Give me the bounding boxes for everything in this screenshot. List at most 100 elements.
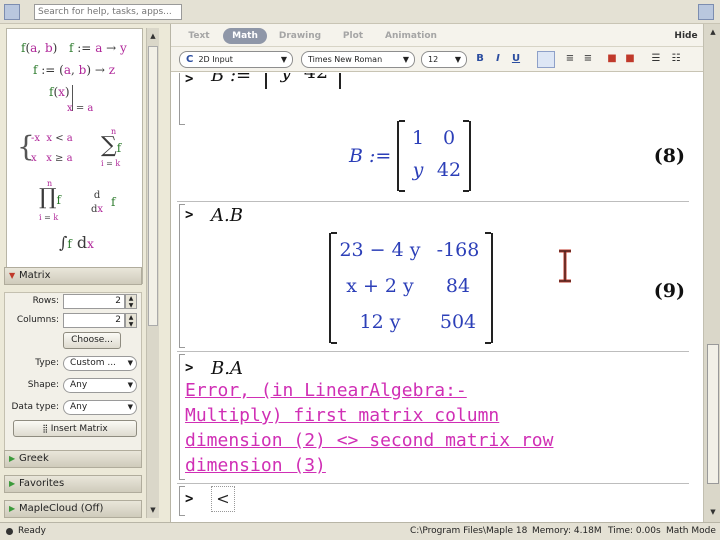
matrix-cell: 1: [411, 127, 425, 149]
sum-icon[interactable]: ∑f: [101, 133, 121, 158]
font-size-select[interactable]: 12 ▼: [421, 51, 467, 68]
scroll-thumb[interactable]: [148, 46, 158, 326]
input-ab[interactable]: A.B: [211, 205, 243, 226]
palette-item-evaluate-point: x = a: [67, 103, 94, 114]
tab-animation[interactable]: Animation: [381, 28, 441, 44]
status-path: C:\Program Files\Maple 18: [410, 526, 528, 536]
columns-row: Columns: 2 ▲ ▼: [5, 312, 143, 330]
group-bracket: [179, 204, 185, 348]
tab-plot[interactable]: Plot: [335, 28, 371, 44]
align-right-icon[interactable]: ≡: [581, 52, 595, 66]
numbered-list-icon[interactable]: ☷: [669, 52, 683, 66]
datatype-label: Data type:: [11, 402, 60, 412]
tab-text[interactable]: Text: [181, 28, 217, 44]
hide-button[interactable]: Hide: [669, 28, 703, 44]
dropdown-arrow-icon: ▼: [454, 55, 461, 64]
left-scrollbar[interactable]: ▲ ▼: [146, 28, 159, 518]
dropdown-arrow-icon: ▼: [280, 55, 287, 64]
expression-palette: f(a, b) f := a → y f := (a, b) → z f(x) …: [6, 28, 143, 284]
insert-matrix-button[interactable]: ⣿ Insert Matrix: [13, 420, 137, 437]
worksheet-area: Text Math Drawing Plot Animation Hide C …: [170, 24, 720, 522]
partial-assignment[interactable]: B :=: [211, 73, 251, 86]
matrix-cell: x + 2 y: [346, 275, 414, 297]
type-select[interactable]: Custom ... ▼: [63, 356, 137, 371]
shape-label: Shape:: [27, 380, 59, 390]
status-ready: Ready: [18, 526, 46, 536]
expand-triangle-icon: ▶: [9, 504, 16, 513]
derivative-icon[interactable]: d dx: [91, 189, 103, 217]
datatype-select[interactable]: Any ▼: [63, 400, 137, 415]
input-ba[interactable]: B.A: [211, 358, 243, 379]
window-menu-icon[interactable]: [698, 4, 714, 20]
align-center-icon[interactable]: ≡: [563, 52, 577, 66]
scroll-up-icon[interactable]: ▲: [147, 30, 159, 42]
shape-row: Shape: Any ▼: [5, 377, 143, 395]
status-memory: Memory: 4.18M: [532, 526, 602, 536]
document-body[interactable]: > B := y 42 B := 1 0 y 42 (8) > A.B 23 −…: [171, 73, 703, 522]
rows-input[interactable]: 2: [63, 294, 125, 309]
matrix-panel: Rows: 2 ▲ ▼ Columns: 2 ▲ ▼ Choose... Type:…: [4, 292, 142, 460]
error-line: Multiply) first matrix column: [185, 405, 500, 426]
input-mode-icon: C: [186, 54, 194, 65]
align-left-icon[interactable]: [537, 51, 555, 68]
maple-window: f(a, b) f := a → y f := (a, b) → z f(x) …: [0, 0, 720, 540]
tab-math[interactable]: Math: [223, 28, 267, 44]
matrix-section-header[interactable]: ▼ Matrix: [4, 267, 142, 285]
favorites-section-header[interactable]: ▶ Favorites: [4, 475, 142, 493]
output-ab-matrix: 23 − 4 y -168 x + 2 y 84 12 y 504: [329, 232, 493, 344]
matrix-cell: 0: [442, 127, 456, 149]
expand-triangle-icon: ▶: [9, 454, 16, 463]
scroll-down-icon[interactable]: ▼: [707, 506, 719, 518]
datatype-value: Any: [70, 402, 88, 412]
palette-item-function-call[interactable]: f(a, b): [21, 41, 57, 55]
datatype-row: Data type: Any ▼: [5, 399, 143, 417]
underline-button[interactable]: U: [509, 52, 523, 66]
matrix-cell: 84: [445, 275, 471, 297]
dropdown-arrow-icon: ▼: [127, 381, 133, 389]
empty-math-input[interactable]: <: [211, 486, 235, 512]
tab-drawing[interactable]: Drawing: [275, 28, 325, 44]
rows-label: Rows:: [32, 296, 59, 306]
bulleted-list-icon[interactable]: ☰: [649, 52, 663, 66]
font-select[interactable]: Times New Roman ▼: [301, 51, 415, 68]
greek-section-header[interactable]: ▶ Greek: [4, 450, 142, 468]
document-scrollbar[interactable]: ▲ ▼: [703, 24, 720, 522]
text-color-icon[interactable]: ■: [605, 52, 619, 66]
partial-matrix: y 42: [265, 73, 341, 89]
equation-label[interactable]: (9): [654, 280, 685, 302]
columns-spinner-icon[interactable]: ▲ ▼: [125, 313, 137, 328]
palette-item-function-def[interactable]: f := a → y: [69, 41, 127, 55]
sum-lower-limit: i = k: [101, 159, 121, 168]
palette-toggle-icon[interactable]: [4, 4, 20, 20]
insert-matrix-icon: ⣿: [42, 424, 51, 433]
maplecloud-section-header[interactable]: ▶ MapleCloud (Off): [4, 500, 142, 518]
status-time: Time: 0.00s: [608, 526, 661, 536]
integral-icon[interactable]: ∫f dx: [59, 233, 94, 252]
highlight-color-icon[interactable]: ■: [623, 52, 637, 66]
group-separator: [177, 201, 689, 202]
scroll-down-icon[interactable]: ▼: [147, 504, 159, 516]
shape-select[interactable]: Any ▼: [63, 378, 137, 393]
search-input[interactable]: [34, 4, 182, 20]
text-cursor-icon: [557, 249, 573, 283]
matrix-cell: 12 y: [359, 311, 401, 333]
scroll-up-icon[interactable]: ▲: [707, 26, 719, 38]
columns-input[interactable]: 2: [63, 313, 125, 328]
scroll-thumb[interactable]: [707, 344, 719, 484]
input-mode-select[interactable]: C 2D Input ▼: [179, 51, 293, 68]
columns-label: Columns:: [16, 315, 59, 325]
rows-spinner-icon[interactable]: ▲ ▼: [125, 294, 137, 309]
product-icon[interactable]: ∏f: [39, 185, 61, 210]
dropdown-arrow-icon: ▼: [127, 359, 133, 367]
choose-button[interactable]: Choose...: [63, 332, 121, 349]
derivative-func: f: [111, 195, 116, 209]
insert-matrix-label: Insert Matrix: [50, 424, 108, 434]
output-b-matrix: 1 0 y 42: [397, 120, 471, 192]
italic-button[interactable]: I: [491, 52, 505, 66]
matrix-cell: 23 − 4 y: [339, 239, 421, 261]
error-line: Error, (in LinearAlgebra:-: [185, 380, 467, 401]
equation-label[interactable]: (8): [654, 145, 685, 167]
format-toolbar: C 2D Input ▼ Times New Roman ▼ 12 ▼ B I U ≡…: [171, 47, 703, 72]
palette-item-multi-function-def[interactable]: f := (a, b) → z: [33, 63, 115, 77]
bold-button[interactable]: B: [473, 52, 487, 66]
